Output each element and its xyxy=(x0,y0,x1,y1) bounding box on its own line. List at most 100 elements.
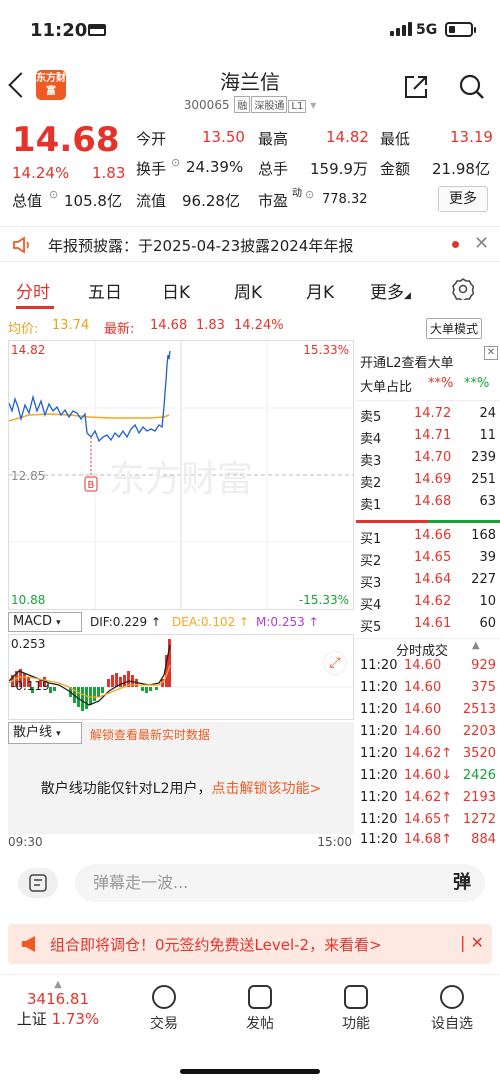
info-icon[interactable]: ⊙ xyxy=(49,188,58,201)
chart-tabs: 分时 五日 日K 周K 月K 更多◢ xyxy=(0,270,500,310)
active-tab-underline xyxy=(16,306,54,309)
tick-vol: 2203 xyxy=(462,724,496,739)
info-icon[interactable]: ⊙ xyxy=(305,188,314,201)
trade-icon xyxy=(152,985,176,1009)
bid-vol: 227 xyxy=(471,572,496,587)
trade-button[interactable]: 交易 xyxy=(124,985,204,1033)
unlock-link[interactable]: 点击解锁该功能> xyxy=(211,781,321,797)
close-icon[interactable]: ✕ xyxy=(484,346,498,360)
ask-label: 卖4 xyxy=(360,432,382,447)
big-order-mode-button[interactable]: 大单模式 xyxy=(426,318,483,339)
tab-five-day[interactable]: 五日 xyxy=(88,278,122,303)
post-button[interactable]: 发帖 xyxy=(220,985,300,1033)
tag-level: L1 xyxy=(288,100,307,113)
macd-selector[interactable]: MACD ▾ xyxy=(8,612,82,632)
macd-chart-svg xyxy=(8,639,353,711)
tick-time: 11:20 xyxy=(360,768,398,783)
tick-time: 11:20 xyxy=(360,832,398,847)
l2-upsell[interactable]: 开通L2查看大单 xyxy=(360,352,454,371)
big-order-ratio-red: **% xyxy=(428,376,454,391)
retail-line-selector[interactable]: 散户线 ▾ xyxy=(8,722,82,744)
ask-row[interactable]: 卖2 14.69 251 xyxy=(360,472,496,494)
macd-bars-green xyxy=(31,687,158,711)
time-axis: 09:30 15:00 xyxy=(8,835,354,853)
expand-icon[interactable]: ⤢ xyxy=(323,651,347,675)
stock-header: 东方财富 海兰信 300065 融深股通 L1 ▾ xyxy=(0,62,500,118)
bid-row[interactable]: 买2 14.65 39 xyxy=(360,550,496,572)
macd-chart[interactable]: 0.253 -0.119 ⤢ xyxy=(8,634,354,720)
pe-sup: 动 xyxy=(292,188,302,199)
bid-row[interactable]: 买3 14.64 227 xyxy=(360,572,496,594)
bid-row[interactable]: 买5 14.61 60 xyxy=(360,616,496,638)
intraday-chart[interactable]: 东方财富 B 14.82 15.33% 12.85 10.88 -15.33% xyxy=(8,340,354,610)
latest-label: 最新: xyxy=(104,322,135,337)
collapse-icon[interactable]: ▲ xyxy=(472,640,480,651)
ask-vol: 239 xyxy=(471,450,496,465)
tab-intraday[interactable]: 分时 xyxy=(16,278,50,303)
ask-row[interactable]: 卖5 14.72 24 xyxy=(360,406,496,428)
low-value: 13.19 xyxy=(450,128,493,146)
tick-time: 11:20 xyxy=(360,702,398,717)
ask-price: 14.72 xyxy=(414,406,452,421)
more-button[interactable]: 更多 xyxy=(438,186,488,212)
tick-vol: 2426 xyxy=(462,768,496,783)
index-value: 3416.81 xyxy=(26,990,90,1008)
danmu-list-icon[interactable] xyxy=(18,868,58,898)
dropdown-icon[interactable]: ▾ xyxy=(310,98,316,112)
tick-price: 14.65↑ xyxy=(404,812,453,827)
volume-value: 159.9万 xyxy=(310,160,368,178)
bid-label: 买5 xyxy=(360,620,382,635)
promo-banner[interactable]: 组合即将调仓！0元签约免费送Level-2，来看看> | ✕ xyxy=(8,924,492,964)
tick-row: 11:20 14.62↑ 2193 xyxy=(360,790,496,812)
last-price: 14.68 xyxy=(12,120,120,160)
add-watchlist-button[interactable]: 设自选 xyxy=(412,985,492,1033)
big-order-ratio-green: **% xyxy=(464,376,490,391)
index-widget[interactable]: ▲ 3416.81 上证 1.73% xyxy=(8,979,108,1029)
change-pct: 14.24% xyxy=(12,164,70,182)
close-icon[interactable]: | ✕ xyxy=(460,933,484,952)
ticks-title[interactable]: 分时成交 xyxy=(396,640,448,659)
bid-row[interactable]: 买1 14.66 168 xyxy=(360,528,496,550)
l2-message-text: 散户线功能仅针对L2用户， xyxy=(40,781,212,797)
latest-change: 1.83 xyxy=(196,318,225,333)
unread-dot xyxy=(452,241,459,248)
tick-time: 11:20 xyxy=(360,812,398,827)
settings-icon[interactable] xyxy=(452,278,474,300)
info-icon[interactable]: ⊙ xyxy=(171,156,180,169)
book-split-bar xyxy=(356,520,500,523)
chart-top-price: 14.82 xyxy=(11,343,46,357)
bid-row[interactable]: 买4 14.62 10 xyxy=(360,594,496,616)
tab-more[interactable]: 更多◢ xyxy=(370,278,411,303)
notice-bar[interactable]: 年报预披露：于2025-04-23披露2024年年报 ✕ xyxy=(0,226,500,262)
status-time: 11:20 xyxy=(30,20,88,41)
functions-button[interactable]: 功能 xyxy=(316,985,396,1033)
buy-marker: B xyxy=(88,480,95,491)
status-bar: 11:20 5G xyxy=(0,0,500,62)
share-icon[interactable] xyxy=(403,74,429,100)
tab-more-label: 更多 xyxy=(370,283,404,303)
danmu-toggle-button[interactable]: 弹 xyxy=(440,864,484,902)
tick-vol: 1272 xyxy=(462,812,496,827)
ask-label: 卖3 xyxy=(360,454,382,469)
big-order-ratio-label: 大单占比 xyxy=(360,380,413,395)
turnover-label: 换手 xyxy=(136,160,167,178)
float-value: 96.28亿 xyxy=(182,192,240,210)
ask-row[interactable]: 卖4 14.71 11 xyxy=(360,428,496,450)
notice-text: 年报预披露：于2025-04-23披露2024年年报 xyxy=(48,237,354,255)
open-value: 13.50 xyxy=(202,128,245,146)
tab-daily-k[interactable]: 日K xyxy=(162,278,190,303)
amount-label: 金额 xyxy=(380,160,411,178)
tab-weekly-k[interactable]: 周K xyxy=(234,278,262,303)
chart-top-pct: 15.33% xyxy=(303,343,349,357)
bid-vol: 10 xyxy=(479,594,496,609)
search-icon[interactable] xyxy=(459,74,485,100)
tick-vol: 3520 xyxy=(462,746,496,761)
ask-row[interactable]: 卖1 14.68 63 xyxy=(360,494,496,516)
ask-row[interactable]: 卖3 14.70 239 xyxy=(360,450,496,472)
close-icon[interactable]: ✕ xyxy=(474,233,489,254)
tick-price: 14.60↓ xyxy=(404,768,453,783)
tab-monthly-k[interactable]: 月K xyxy=(306,278,334,303)
unlock-hint[interactable]: 解锁查看最新实时数据 xyxy=(90,726,210,743)
danmu-input[interactable]: 弹幕走一波... xyxy=(75,864,485,902)
chart-watermark: 东方财富 xyxy=(109,459,253,500)
